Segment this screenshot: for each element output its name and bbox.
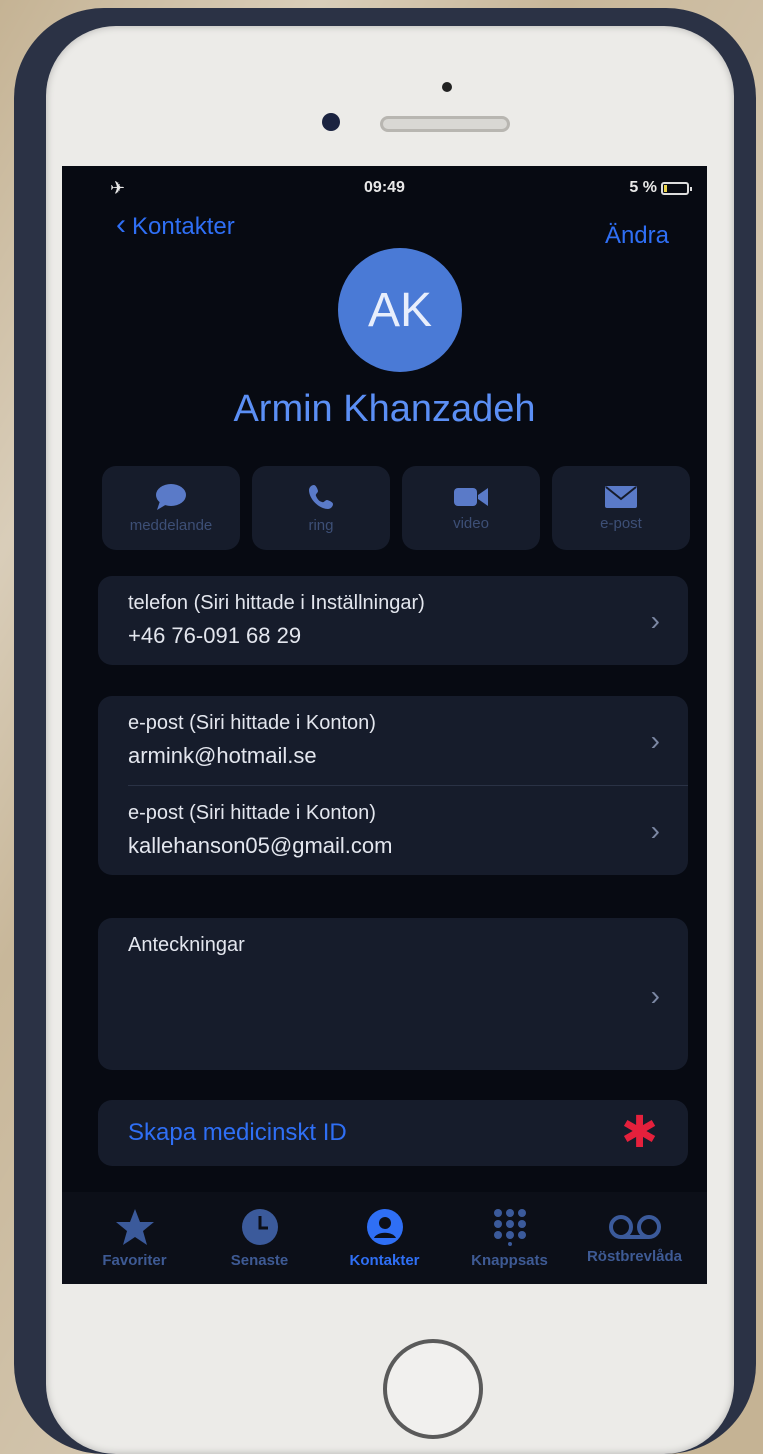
tab-label: Knappsats (471, 1251, 548, 1269)
phone-card: telefon (Siri hittade i Inställningar) +… (98, 576, 688, 665)
home-button[interactable] (383, 1339, 483, 1439)
message-label: meddelande (129, 516, 213, 534)
notes-label: Anteckningar (128, 934, 245, 956)
edit-button[interactable]: Ändra (605, 222, 669, 250)
medical-id-row[interactable]: Skapa medicinskt ID ✱ (98, 1100, 688, 1166)
email-address[interactable]: kallehanson05@gmail.com (128, 833, 658, 859)
front-camera (322, 113, 340, 131)
message-button[interactable]: meddelande (102, 466, 240, 550)
mail-icon (605, 485, 637, 508)
notes-card[interactable]: Anteckningar › (98, 918, 688, 1070)
email-label: e-post (Siri hittade i Konton) (128, 802, 376, 824)
video-icon (454, 487, 488, 506)
chevron-right-icon: › (650, 814, 660, 846)
screen: ✈ 09:49 5 % ‹ Kontakter Ändra AK Armin K… (62, 166, 707, 1284)
back-button[interactable]: ‹ Kontakter (116, 208, 235, 242)
clock-icon (241, 1208, 278, 1245)
call-button[interactable]: ring (252, 466, 390, 550)
email-row[interactable]: e-post (Siri hittade i Konton) kallehans… (98, 786, 688, 875)
phone-number[interactable]: +46 76-091 68 29 (128, 623, 658, 649)
front-sensor (442, 82, 452, 92)
email-row[interactable]: e-post (Siri hittade i Konton) armink@ho… (98, 696, 688, 785)
chevron-left-icon: ‹ (116, 208, 126, 241)
email-address[interactable]: armink@hotmail.se (128, 743, 658, 769)
phone-row[interactable]: telefon (Siri hittade i Inställningar) +… (98, 576, 688, 665)
phone-label: telefon (Siri hittade i Inställningar) (128, 592, 425, 614)
notes-row[interactable]: Anteckningar › (98, 918, 688, 1070)
tab-bar: Favoriter Senaste Kontakter Knappsats Rö… (62, 1192, 707, 1284)
tab-contacts[interactable]: Kontakter (325, 1208, 445, 1269)
status-time: 09:49 (364, 179, 405, 196)
battery-percent: 5 % (629, 179, 657, 196)
tab-keypad[interactable]: Knappsats (450, 1208, 570, 1269)
chevron-right-icon: › (650, 724, 660, 756)
star-icon (115, 1208, 154, 1245)
battery-icon (661, 181, 692, 195)
email-card: e-post (Siri hittade i Konton) armink@ho… (98, 696, 688, 875)
chevron-right-icon: › (650, 604, 660, 636)
asterisk-icon: ✱ (621, 1108, 658, 1157)
chevron-right-icon: › (650, 980, 660, 1011)
medical-id-card[interactable]: Skapa medicinskt ID ✱ (98, 1100, 688, 1166)
action-buttons: meddelande ring video e-post (102, 466, 690, 550)
tab-recents[interactable]: Senaste (200, 1208, 320, 1269)
tab-label: Favoriter (102, 1251, 167, 1269)
back-label: Kontakter (132, 213, 235, 240)
earpiece-speaker (380, 116, 510, 132)
mail-label: e-post (600, 514, 642, 532)
message-icon (156, 483, 186, 510)
video-label: video (453, 514, 489, 532)
person-circle-icon (366, 1208, 403, 1245)
voicemail-icon (608, 1214, 661, 1239)
keypad-icon (493, 1208, 526, 1246)
video-button[interactable]: video (402, 466, 540, 550)
tab-voicemail[interactable]: Röstbrevlåda (575, 1212, 695, 1265)
avatar: AK (338, 248, 462, 372)
call-label: ring (308, 516, 334, 534)
tab-label: Senaste (230, 1251, 289, 1269)
contact-name: Armin Khanzadeh (233, 388, 536, 430)
mail-button[interactable]: e-post (552, 466, 690, 550)
medical-id-label: Skapa medicinskt ID (128, 1119, 347, 1146)
tab-favorites[interactable]: Favoriter (75, 1208, 195, 1269)
phone-icon (309, 484, 333, 509)
tab-label: Kontakter (349, 1251, 420, 1269)
status-bar: ✈ 09:49 5 % (62, 174, 707, 204)
battery-indicator: 5 % (629, 179, 692, 197)
tab-label: Röstbrevlåda (586, 1247, 683, 1265)
email-label: e-post (Siri hittade i Konton) (128, 712, 376, 734)
